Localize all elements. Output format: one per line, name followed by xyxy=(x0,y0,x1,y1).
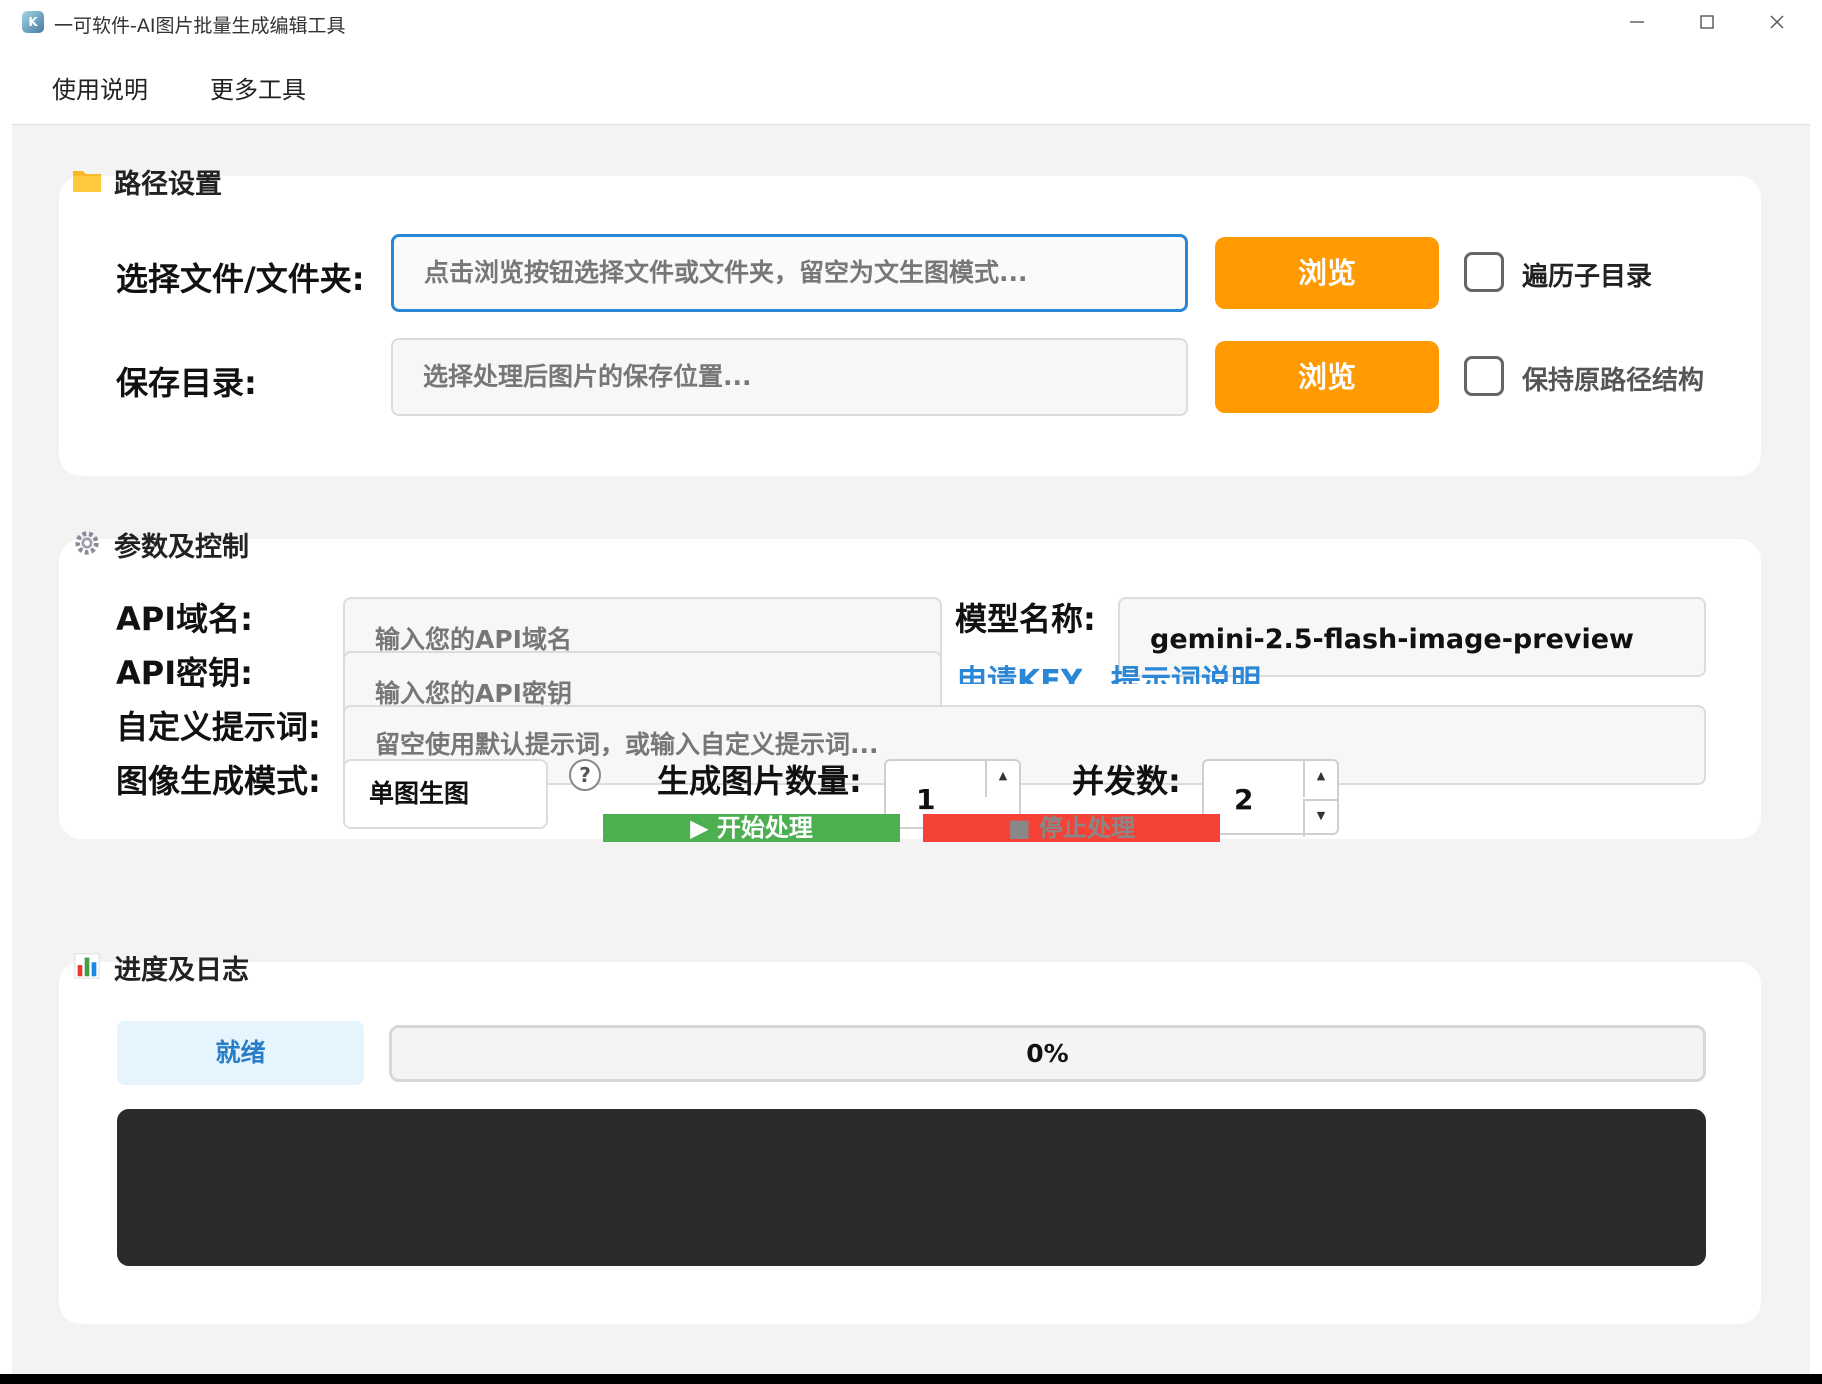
save-dir-label: 保存目录: xyxy=(116,364,257,402)
progress-bar: 0% xyxy=(389,1025,1706,1082)
client-area: 使用说明 更多工具 路径设置 选择文件/文件夹: 点击浏览按钮选择文件或文件夹，… xyxy=(12,44,1810,1374)
minimize-icon xyxy=(1630,21,1644,23)
title-bar: K 一可软件-AI图片批量生成编辑工具 xyxy=(0,0,1822,44)
save-dir-input[interactable]: 选择处理后图片的保存位置... xyxy=(391,338,1188,416)
concurrency-value: 2 xyxy=(1234,783,1254,816)
concurrency-spinbox[interactable]: 2 ▲ ▼ xyxy=(1202,759,1339,837)
folder-icon xyxy=(73,171,101,192)
window-title: 一可软件-AI图片批量生成编辑工具 xyxy=(54,15,346,37)
bar-chart-icon xyxy=(74,953,100,979)
start-button[interactable]: ▶ 开始处理 xyxy=(603,814,900,842)
gear-icon xyxy=(75,531,99,555)
recursive-label: 遍历子目录 xyxy=(1522,262,1653,292)
menu-item-more-tools[interactable]: 更多工具 xyxy=(210,70,306,105)
menu-item-help[interactable]: 使用说明 xyxy=(52,70,148,105)
mode-help-icon[interactable]: ? xyxy=(569,759,601,791)
concurrency-down-arrow-icon[interactable]: ▼ xyxy=(1303,799,1337,837)
path-settings-card xyxy=(59,176,1761,476)
menu-bar: 使用说明 更多工具 xyxy=(12,44,1810,125)
browse-save-button[interactable]: 浏览 xyxy=(1215,341,1439,413)
concurrency-up-arrow-icon[interactable]: ▲ xyxy=(1303,761,1337,797)
maximize-button[interactable] xyxy=(1672,2,1742,42)
api-domain-label: API域名: xyxy=(116,600,253,638)
prompt-help-link[interactable]: 提示词说明 xyxy=(1111,656,1261,684)
file-path-input[interactable]: 点击浏览按钮选择文件或文件夹，留空为文生图模式... xyxy=(391,234,1188,312)
status-badge: 就绪 xyxy=(117,1021,364,1085)
prompt-label: 自定义提示词: xyxy=(116,708,321,746)
log-panel[interactable] xyxy=(117,1109,1706,1266)
minimize-button[interactable] xyxy=(1602,2,1672,42)
model-label: 模型名称: xyxy=(955,600,1096,638)
concurrency-label: 并发数: xyxy=(1072,762,1181,800)
app-window: K 一可软件-AI图片批量生成编辑工具 使用说明 更多工具 路径设置 选择文件/… xyxy=(0,0,1822,1374)
file-label: 选择文件/文件夹: xyxy=(116,260,365,298)
keep-structure-label: 保持原路径结构 xyxy=(1522,366,1705,396)
browse-file-button[interactable]: 浏览 xyxy=(1215,237,1439,309)
mode-select[interactable]: 单图生图 xyxy=(343,759,548,829)
progress-text: 0% xyxy=(1026,1039,1069,1068)
maximize-icon xyxy=(1700,15,1714,29)
recursive-checkbox[interactable] xyxy=(1464,252,1504,292)
count-label: 生成图片数量: xyxy=(657,762,862,800)
count-up-arrow-icon[interactable]: ▲ xyxy=(985,761,1019,797)
keep-structure-checkbox[interactable] xyxy=(1464,356,1504,396)
close-button[interactable] xyxy=(1742,2,1812,42)
app-logo-icon: K xyxy=(22,11,44,33)
close-icon xyxy=(1770,15,1784,29)
section-title-params: 参数及控制 xyxy=(114,532,249,563)
mode-label: 图像生成模式: xyxy=(116,762,321,800)
section-title-progress: 进度及日志 xyxy=(114,955,249,986)
api-key-label: API密钥: xyxy=(116,654,253,692)
apply-key-link[interactable]: 申请KEY xyxy=(957,656,1082,684)
stop-button[interactable]: ■ 停止处理 xyxy=(923,814,1220,842)
count-value: 1 xyxy=(916,783,936,816)
section-title-path: 路径设置 xyxy=(114,169,222,200)
